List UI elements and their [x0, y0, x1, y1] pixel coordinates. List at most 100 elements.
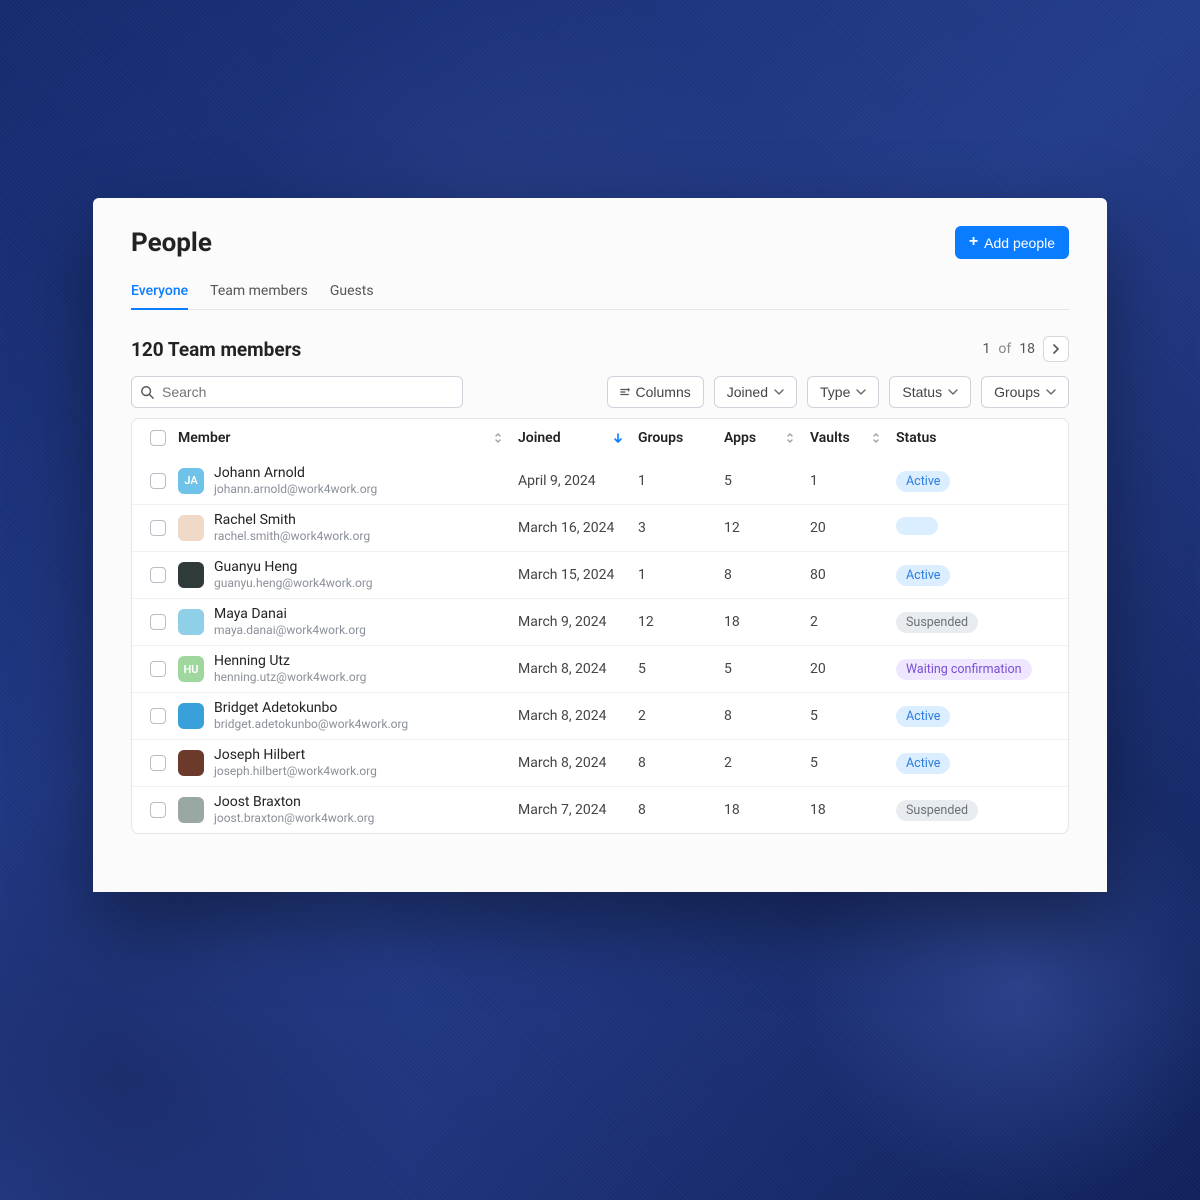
table-row: HUHenning Utzhenning.utz@work4work.orgMa… — [132, 645, 1068, 692]
table-row: Joost Braxtonjoost.braxton@work4work.org… — [132, 786, 1068, 833]
table-row: Guanyu Hengguanyu.heng@work4work.orgMarc… — [132, 551, 1068, 598]
cell-joined: April 9, 2024 — [518, 473, 638, 489]
member-email: rachel.smith@work4work.org — [214, 529, 370, 543]
tabs: Everyone Team members Guests — [131, 277, 1069, 310]
chevron-down-icon — [1046, 387, 1056, 397]
select-all-checkbox[interactable] — [150, 430, 166, 446]
table-header-row: Member Joined Groups Apps Vaults — [132, 419, 1068, 457]
search-input[interactable] — [131, 376, 463, 408]
sort-icon — [870, 432, 882, 444]
cell-vaults: 1 — [810, 473, 896, 489]
avatar — [178, 797, 204, 823]
filter-type[interactable]: Type — [807, 376, 879, 408]
cell-vaults: 5 — [810, 708, 896, 724]
col-apps[interactable]: Apps — [724, 430, 756, 446]
member-count-title: 120 Team members — [131, 338, 301, 361]
cell-groups: 1 — [638, 567, 724, 583]
status-badge: Active — [896, 565, 950, 586]
table-row: Bridget Adetokunbobridget.adetokunbo@wor… — [132, 692, 1068, 739]
member-email: joseph.hilbert@work4work.org — [214, 764, 377, 778]
row-checkbox[interactable] — [150, 567, 166, 583]
status-badge — [896, 517, 938, 535]
col-status[interactable]: Status — [896, 430, 936, 446]
member-name: Joseph Hilbert — [214, 747, 377, 764]
cell-vaults: 20 — [810, 520, 896, 536]
status-badge: Active — [896, 753, 950, 774]
status-badge: Active — [896, 471, 950, 492]
filter-joined-label: Joined — [727, 384, 768, 400]
avatar — [178, 562, 204, 588]
member-email: maya.danai@work4work.org — [214, 623, 366, 637]
status-badge: Suspended — [896, 612, 978, 633]
member-email: joost.braxton@work4work.org — [214, 811, 374, 825]
table-row: Rachel Smithrachel.smith@work4work.org Ma… — [132, 504, 1068, 551]
member-name: Johann Arnold — [214, 465, 377, 482]
cell-joined: March 15, 2024 — [518, 567, 638, 583]
member-email: johann.arnold@work4work.org — [214, 482, 377, 496]
avatar — [178, 515, 204, 541]
cell-vaults: 2 — [810, 614, 896, 630]
status-badge: Suspended — [896, 800, 978, 821]
cell-vaults: 5 — [810, 755, 896, 771]
sort-icon — [784, 432, 796, 444]
chevron-right-icon — [1051, 344, 1061, 354]
tab-guests[interactable]: Guests — [330, 277, 374, 309]
next-page-button[interactable] — [1043, 336, 1069, 362]
row-checkbox[interactable] — [150, 708, 166, 724]
cell-groups: 3 — [638, 520, 724, 536]
row-checkbox[interactable] — [150, 802, 166, 818]
tab-everyone[interactable]: Everyone — [131, 277, 188, 309]
cell-apps: 8 — [724, 567, 810, 583]
table-row: Maya Danaimaya.danai@work4work.org March … — [132, 598, 1068, 645]
cell-apps: 12 — [724, 520, 810, 536]
chevron-down-icon — [856, 387, 866, 397]
pagination: 1 of 18 — [983, 336, 1069, 362]
page-of: of — [998, 341, 1011, 357]
member-name: Joost Braxton — [214, 794, 374, 811]
cell-groups: 2 — [638, 708, 724, 724]
filter-joined[interactable]: Joined — [714, 376, 797, 408]
avatar — [178, 609, 204, 635]
cell-apps: 18 — [724, 802, 810, 818]
status-badge: Active — [896, 706, 950, 727]
table-row: Joseph Hilbertjoseph.hilbert@work4work.o… — [132, 739, 1068, 786]
row-checkbox[interactable] — [150, 473, 166, 489]
cell-vaults: 18 — [810, 802, 896, 818]
cell-groups: 8 — [638, 802, 724, 818]
member-name: Guanyu Heng — [214, 559, 373, 576]
page-current: 1 — [983, 341, 991, 357]
col-vaults[interactable]: Vaults — [810, 430, 850, 446]
cell-joined: March 16, 2024 — [518, 520, 638, 536]
cell-vaults: 20 — [810, 661, 896, 677]
members-table: Member Joined Groups Apps Vaults — [131, 418, 1069, 834]
filter-type-label: Type — [820, 384, 850, 400]
cell-groups: 1 — [638, 473, 724, 489]
avatar: JA — [178, 468, 204, 494]
col-joined[interactable]: Joined — [518, 430, 561, 446]
tab-team-members[interactable]: Team members — [210, 277, 308, 309]
row-checkbox[interactable] — [150, 755, 166, 771]
filter-status[interactable]: Status — [889, 376, 971, 408]
chevron-down-icon — [948, 387, 958, 397]
member-name: Maya Danai — [214, 606, 366, 623]
cell-groups: 5 — [638, 661, 724, 677]
member-name: Bridget Adetokunbo — [214, 700, 408, 717]
cell-vaults: 80 — [810, 567, 896, 583]
row-checkbox[interactable] — [150, 614, 166, 630]
cell-apps: 8 — [724, 708, 810, 724]
col-groups[interactable]: Groups — [638, 430, 683, 446]
row-checkbox[interactable] — [150, 520, 166, 536]
cell-apps: 5 — [724, 473, 810, 489]
col-member[interactable]: Member — [178, 430, 230, 446]
cell-joined: March 9, 2024 — [518, 614, 638, 630]
member-name: Rachel Smith — [214, 512, 370, 529]
columns-button[interactable]: Columns — [607, 376, 704, 408]
add-people-button[interactable]: + Add people — [955, 226, 1069, 259]
columns-icon — [620, 387, 630, 397]
cell-joined: March 8, 2024 — [518, 661, 638, 677]
avatar — [178, 703, 204, 729]
add-people-label: Add people — [984, 235, 1055, 251]
filter-groups[interactable]: Groups — [981, 376, 1069, 408]
people-page: People + Add people Everyone Team member… — [93, 198, 1107, 892]
row-checkbox[interactable] — [150, 661, 166, 677]
